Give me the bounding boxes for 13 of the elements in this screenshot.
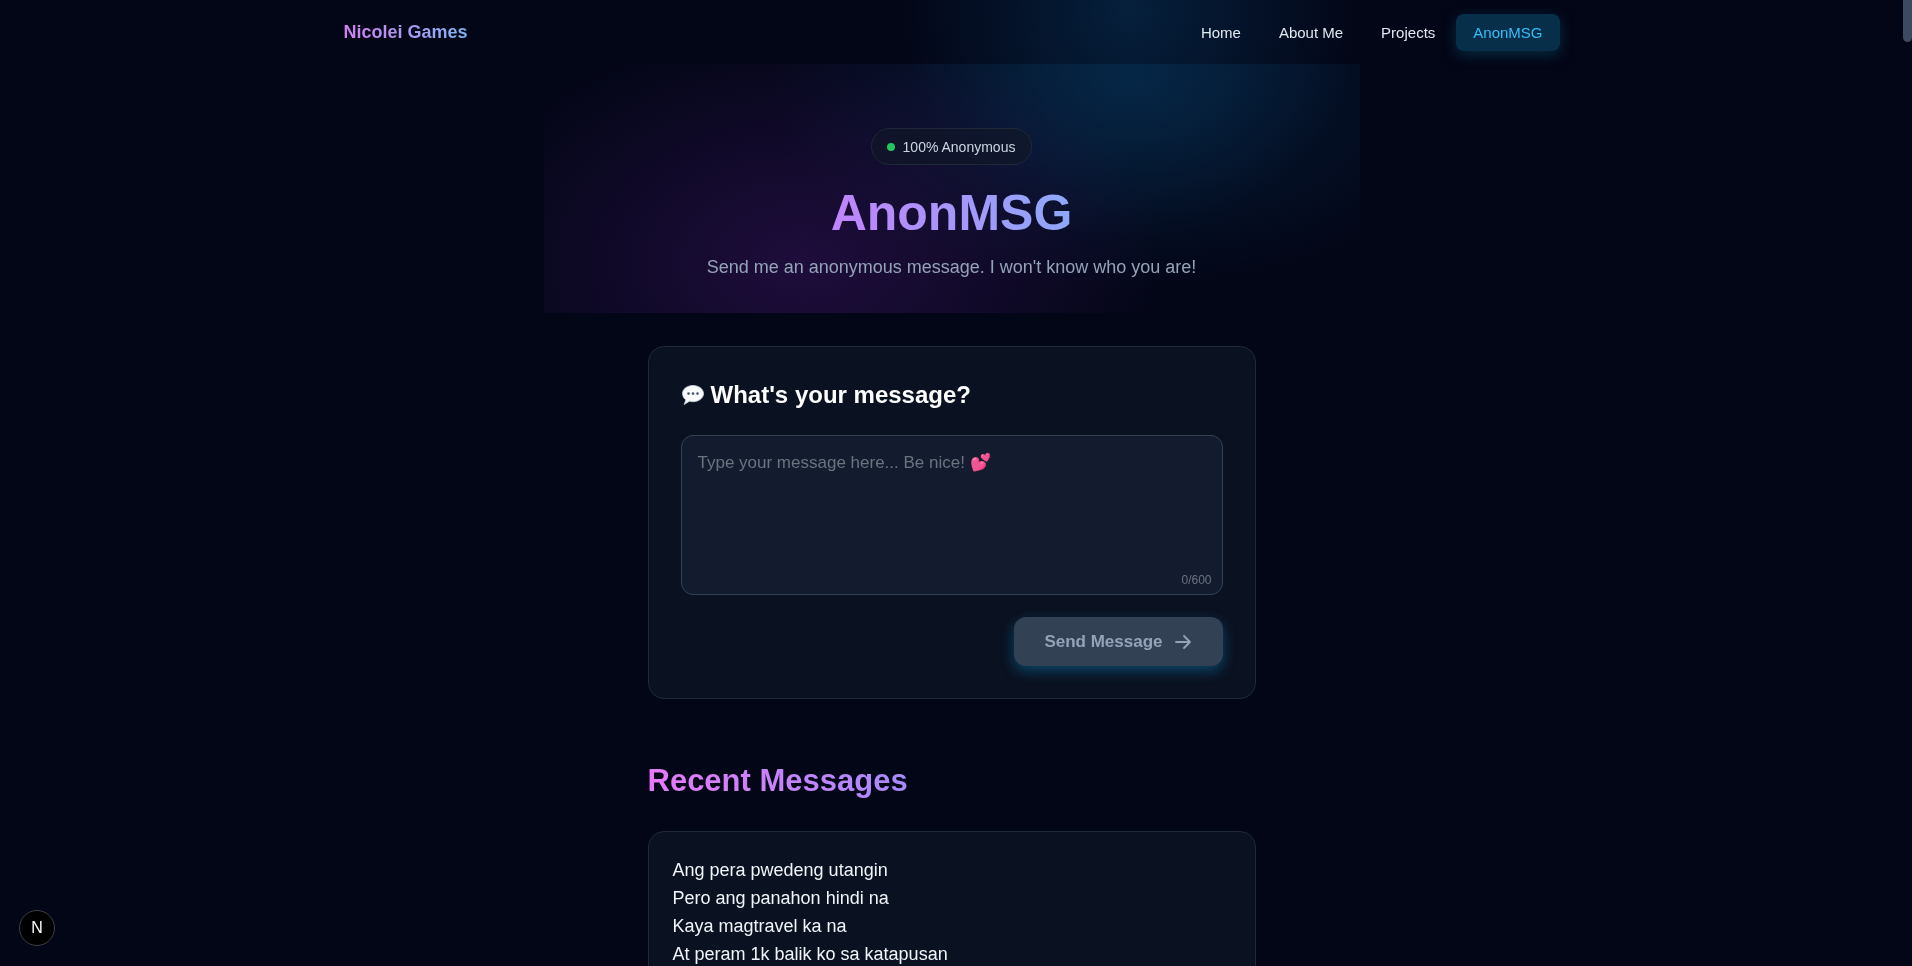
message-text: Ang pera pwedeng utangin Pero ang panahon hindi na Kaya magtravel ka na At peram 1k balik ko sa katapusan bbox=[672, 859, 949, 966]
scrollbar-thumb[interactable] bbox=[1903, 0, 1912, 42]
round-logo-button[interactable]: N bbox=[19, 910, 55, 946]
page-subtitle: Send me an anonymous message. I won't know who you are! bbox=[706, 256, 1197, 279]
nav-link[interactable]: AnonMSG bbox=[1456, 13, 1560, 51]
nav-link[interactable]: Home bbox=[1183, 13, 1258, 51]
nav-link[interactable]: About Me bbox=[1261, 13, 1361, 51]
nav-link[interactable]: Projects bbox=[1364, 13, 1453, 51]
character-counter: 0/600 bbox=[1181, 573, 1212, 587]
speech-bubble-icon bbox=[680, 383, 705, 407]
form-heading: What's your message? bbox=[710, 380, 971, 410]
badge-text: 100% Anonymous bbox=[902, 138, 1016, 155]
status-dot-icon bbox=[886, 142, 895, 151]
